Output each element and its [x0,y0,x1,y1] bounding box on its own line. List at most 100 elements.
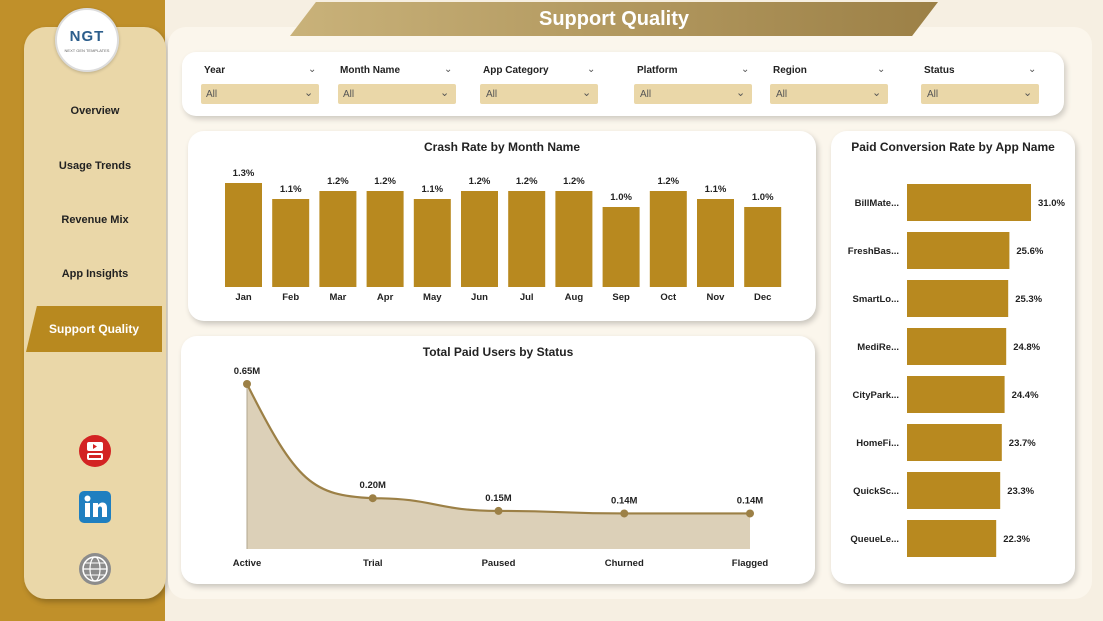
conversion-bar [907,328,1007,365]
crash-bar [272,199,310,287]
chevron-down-icon[interactable]: ⌄ [872,86,881,99]
nav-item-usage-trends[interactable]: Usage Trends [24,155,166,177]
conversion-tick-label: QuickSc... [853,486,899,497]
paid-users-point [494,506,503,515]
filter-app-category-label: App Category [483,65,549,76]
filter-app-category-select[interactable] [480,84,598,104]
crash-tick-label: Jul [520,292,534,303]
nav-item-revenue-mix[interactable]: Revenue Mix [24,209,166,231]
filter-platform-label: Platform [637,65,678,76]
crash-tick-label: May [423,292,442,303]
filter-year-select[interactable] [201,84,319,104]
paid-users-point [243,380,251,388]
paid-users-tick-label: Paused [482,558,516,569]
logo-text: NGT [69,28,105,45]
conversion-tick-label: BillMate... [855,198,899,209]
conversion-data-label: 24.8% [1013,342,1040,353]
conversion-data-label: 25.3% [1015,294,1042,305]
crash-tick-label: Apr [377,292,394,303]
crash-bar [319,191,357,287]
crash-bar [555,191,593,287]
chevron-down-icon[interactable]: ⌄ [444,64,452,75]
conversion-data-label: 24.4% [1012,390,1039,401]
chevron-down-icon[interactable]: ⌄ [582,86,591,99]
linkedin-icon[interactable] [78,490,112,524]
crash-tick-label: Dec [754,292,771,303]
crash-tick-label: Jun [471,292,488,303]
chevron-down-icon[interactable]: ⌄ [1028,64,1036,75]
crash-data-label: 1.0% [610,192,632,203]
crash-bar [744,207,782,287]
conversion-tick-label: SmartLo... [853,294,899,305]
filter-region-select[interactable] [770,84,888,104]
paid-users-point [368,494,377,503]
filter-month-value: All [343,89,355,100]
chevron-down-icon[interactable]: ⌄ [440,86,449,99]
crash-tick-label: Oct [660,292,677,303]
paid-users-data-label: 0.15M [485,493,511,504]
youtube-icon[interactable] [78,434,112,468]
crash-data-label: 1.2% [469,176,491,187]
conversion-bar [907,280,1009,317]
logo-subtext: NEXT GEN TEMPLATES [64,48,110,53]
filter-status-value: All [927,89,939,100]
crash-tick-label: Jan [235,292,252,303]
crash-bar [508,191,546,287]
conversion-tick-label: QueueLe... [850,534,899,545]
crash-bar [413,199,451,287]
globe-icon[interactable] [78,552,112,586]
conversion-data-label: 23.3% [1007,486,1034,497]
crash-data-label: 1.2% [374,176,396,187]
nav-item-overview[interactable]: Overview [24,100,166,122]
filter-status-label: Status [924,65,955,76]
paid-users-tick-label: Churned [605,558,644,569]
chevron-down-icon[interactable]: ⌄ [741,64,749,75]
chevron-down-icon[interactable]: ⌄ [1023,86,1032,99]
crash-data-label: 1.0% [752,192,774,203]
conversion-data-label: 23.7% [1009,438,1036,449]
conversion-bar [907,184,1031,221]
filter-year-value: All [206,89,218,100]
paid-users-tick-label: Trial [363,558,383,569]
filter-month-label: Month Name [340,65,400,76]
chevron-down-icon[interactable]: ⌄ [308,64,316,75]
conversion-bar [907,424,1002,461]
logo[interactable]: NGT NEXT GEN TEMPLATES [55,8,119,72]
paid-users-data-label: 0.14M [737,495,763,506]
conversion-tick-label: FreshBas... [848,246,899,257]
chevron-down-icon[interactable]: ⌄ [736,86,745,99]
chevron-down-icon[interactable]: ⌄ [304,86,313,99]
filter-app-category-value: All [486,89,498,100]
filter-status-select[interactable] [921,84,1039,104]
crash-tick-label: Nov [707,292,726,303]
crash-data-label: 1.1% [280,184,302,195]
nav-item-support-quality[interactable]: Support Quality [26,306,162,352]
filter-platform-select[interactable] [634,84,752,104]
crash-data-label: 1.2% [563,176,585,187]
conversion-bar [907,520,997,557]
filter-month-select[interactable] [338,84,456,104]
paid-users-data-label: 0.20M [360,480,386,491]
paid-users-chart: 0.65M Active 0.20M Trial 0.15M Paused 0.14M Chu… [233,366,769,569]
crash-rate-chart: 1.3% Jan 1.1% Feb 1.2% Mar 1.2% Apr 1.1% May 1.2% J… [225,168,782,303]
conversion-tick-label: HomeFi... [856,438,899,449]
nav-item-app-insights[interactable]: App Insights [24,263,166,285]
conversion-bar [907,472,1001,509]
crash-tick-label: Feb [282,292,299,303]
filter-platform-value: All [640,89,652,100]
crash-bar [225,183,262,287]
conversion-data-label: 31.0% [1038,198,1065,209]
conversion-bar [907,376,1005,413]
page-title: Support Quality [539,8,689,30]
crash-bar [697,199,734,287]
chevron-down-icon[interactable]: ⌄ [587,64,595,75]
filter-region-label: Region [773,65,807,76]
chevron-down-icon[interactable]: ⌄ [877,64,885,75]
crash-data-label: 1.1% [705,184,727,195]
conversion-bar [907,232,1010,269]
crash-bar [461,191,498,287]
crash-bar [649,191,687,287]
crash-bar [602,207,640,287]
conversion-data-label: 25.6% [1016,246,1043,257]
paid-users-area [247,384,750,549]
